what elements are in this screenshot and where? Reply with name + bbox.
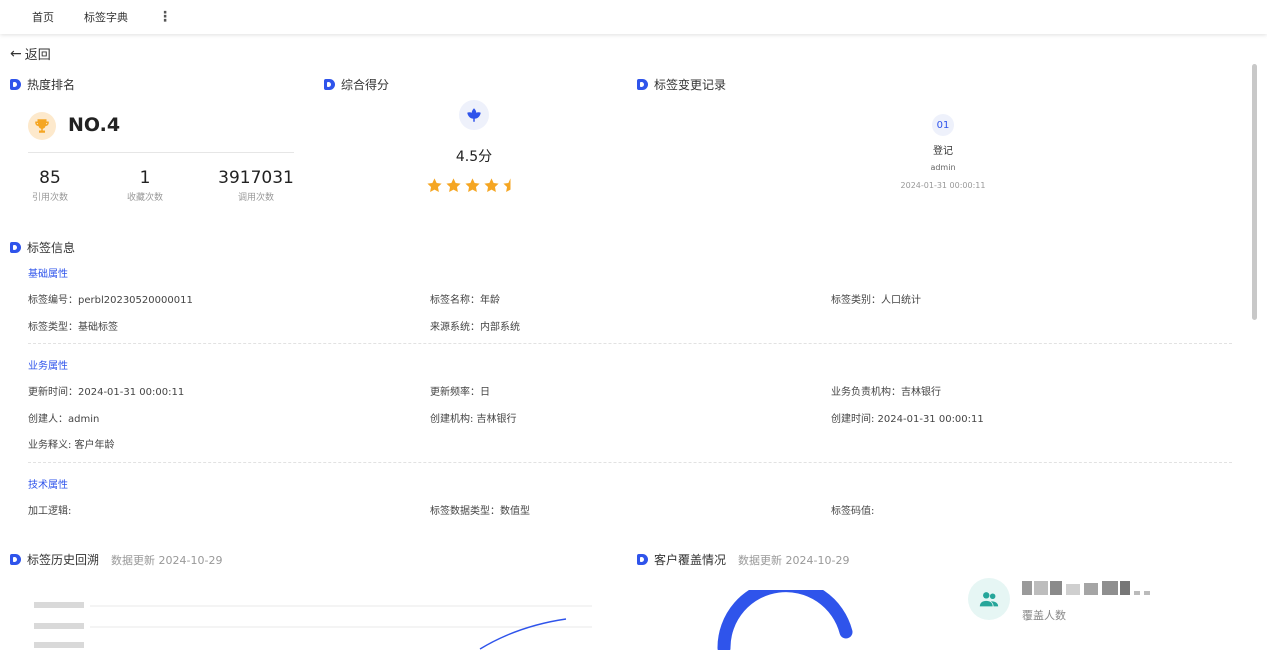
top-nav: 首页 标签字典 ⋮	[0, 0, 1267, 34]
section-title-coverage: 客户覆盖情况 数据更新 2024-10-29	[637, 551, 849, 568]
blurred-axis-label	[34, 642, 84, 648]
group-title-tech: 技术属性	[28, 480, 68, 491]
stat-label: 引用次数	[31, 193, 68, 203]
coverage-label: 覆盖人数	[1022, 609, 1066, 622]
history-series-line	[479, 618, 567, 650]
section-title-history: 标签历史回溯 数据更新 2024-10-29	[10, 551, 222, 568]
star-icon	[427, 178, 442, 193]
section-marker-icon	[10, 554, 21, 565]
stat-references: 85 引用次数	[28, 168, 72, 203]
field-tag-type: 标签类型：基础标签	[28, 322, 118, 333]
stat-value: 3917031	[218, 168, 294, 188]
rank-divider	[28, 152, 294, 153]
rank-number: NO.4	[68, 114, 121, 136]
score-value: 4.5分	[455, 149, 493, 165]
history-line-chart	[34, 602, 592, 650]
stat-calls: 3917031 调用次数	[216, 168, 296, 203]
vertical-scrollbar[interactable]	[1252, 64, 1257, 320]
stat-value: 85	[39, 168, 61, 188]
section-title-text: 客户覆盖情况	[654, 553, 727, 567]
record-time: 2024-01-31 00:00:11	[900, 181, 986, 190]
section-title-text: 标签信息	[27, 241, 76, 255]
data-update-note: 数据更新 2024-10-29	[738, 553, 850, 567]
stat-label: 调用次数	[237, 193, 274, 203]
field-processing-logic: 加工逻辑:	[28, 506, 72, 517]
field-create-time: 创建时间: 2024-01-31 00:00:11	[831, 414, 984, 425]
section-title-text: 标签历史回溯	[27, 553, 100, 567]
section-marker-icon	[324, 79, 335, 90]
field-business-definition: 业务释义: 客户年龄	[28, 440, 115, 451]
record-index-badge: 01	[932, 114, 954, 136]
section-title-rank: 热度排名	[10, 76, 75, 93]
coverage-arc	[717, 590, 853, 650]
coverage-count-blurred	[1022, 581, 1150, 595]
section-marker-icon	[637, 79, 648, 90]
more-menu-icon[interactable]: ⋮	[158, 9, 172, 25]
group-title-business: 业务属性	[28, 361, 68, 372]
field-tag-name: 标签名称：年龄	[430, 295, 500, 306]
field-creator: 创建人：admin	[28, 414, 100, 425]
field-code-value: 标签码值:	[831, 506, 875, 517]
field-tag-code: 标签编号：perbl20230520000011	[28, 295, 193, 306]
record-user: admin	[930, 163, 956, 172]
star-icon	[446, 178, 461, 193]
field-update-time: 更新时间：2024-01-31 00:00:11	[28, 387, 185, 398]
field-tag-category: 标签类别：人口统计	[831, 295, 921, 306]
group-title-basic: 基础属性	[28, 269, 68, 280]
data-update-note: 数据更新 2024-10-29	[111, 553, 223, 567]
field-creating-org: 创建机构: 吉林银行	[430, 414, 517, 425]
section-marker-icon	[10, 79, 21, 90]
group-divider	[28, 343, 1232, 344]
star-icon	[503, 178, 518, 193]
flower-icon	[459, 100, 489, 130]
star-rating	[426, 177, 521, 194]
group-divider	[28, 462, 1232, 463]
section-marker-icon	[10, 242, 21, 253]
field-source-system: 来源系统：内部系统	[430, 322, 520, 333]
stat-favorites: 1 收藏次数	[122, 168, 168, 203]
section-title-text: 热度排名	[27, 78, 76, 92]
stat-label: 收藏次数	[126, 193, 163, 203]
stat-value: 1	[139, 168, 151, 188]
tab-tag-dictionary[interactable]: 标签字典	[84, 9, 128, 25]
coverage-gauge	[717, 590, 853, 650]
blurred-axis-label	[34, 602, 84, 608]
field-business-owner: 业务负责机构：吉林银行	[831, 387, 941, 398]
field-update-frequency: 更新频率：日	[430, 387, 490, 398]
tab-home[interactable]: 首页	[32, 9, 54, 25]
blurred-axis-label	[34, 623, 84, 629]
trophy-icon	[28, 112, 56, 140]
users-icon	[968, 578, 1010, 620]
section-title-record: 标签变更记录	[637, 76, 726, 93]
back-label: 返回	[24, 48, 51, 63]
field-data-type: 标签数据类型：数值型	[430, 506, 530, 517]
record-action: 登记	[933, 146, 953, 157]
section-title-text: 综合得分	[341, 78, 390, 92]
section-marker-icon	[637, 554, 648, 565]
star-icon	[465, 178, 480, 193]
section-title-info: 标签信息	[10, 239, 75, 256]
arrow-left-icon: ←	[10, 45, 22, 62]
section-title-score: 综合得分	[324, 76, 389, 93]
star-icon	[484, 178, 499, 193]
section-title-text: 标签变更记录	[654, 78, 727, 92]
back-button[interactable]: ← 返回	[10, 44, 51, 64]
